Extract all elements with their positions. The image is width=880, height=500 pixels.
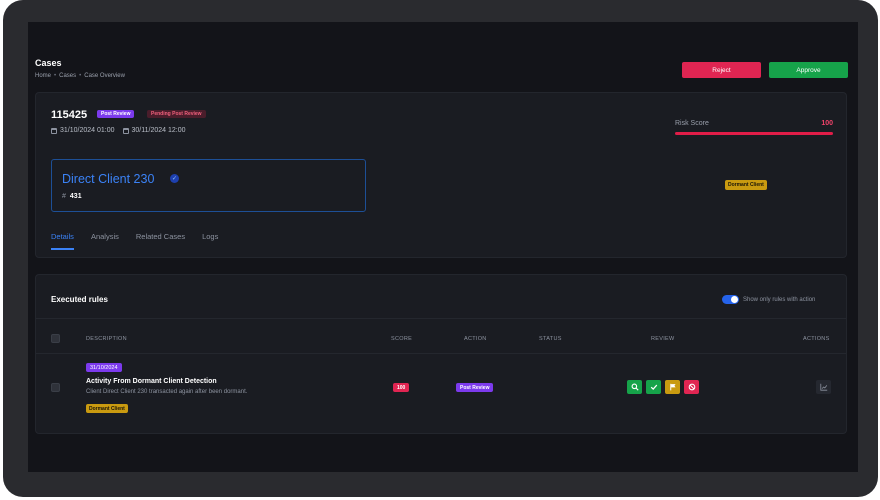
client-box[interactable]: Direct Client 230 ✓ # 431	[51, 159, 366, 212]
client-name[interactable]: Direct Client 230	[62, 172, 154, 186]
review-approve-button[interactable]	[646, 380, 661, 394]
breadcrumb: Home • Cases • Case Overview	[35, 73, 125, 79]
breadcrumb-separator: •	[79, 73, 82, 79]
review-search-button[interactable]	[627, 380, 642, 394]
rule-title: Activity From Dormant Client Detection	[86, 378, 217, 385]
case-overview-card: 115425 Post Review Pending Post Review 3…	[35, 92, 847, 258]
start-date: 31/10/2024 01:00	[51, 127, 115, 134]
hash-icon: #	[62, 193, 66, 200]
breadcrumb-cases[interactable]: Cases	[59, 73, 76, 79]
review-flag-button[interactable]	[665, 380, 680, 394]
end-date: 30/11/2024 12:00	[122, 127, 186, 134]
search-icon	[631, 383, 639, 391]
client-type-badge: Dormant Client	[725, 180, 767, 190]
pending-badge: Pending Post Review	[147, 110, 206, 118]
client-number-value: 431	[69, 193, 82, 200]
start-date-value: 31/10/2024 01:00	[60, 127, 115, 134]
flag-icon	[669, 383, 676, 391]
rule-description: Client Direct Client 230 transacted agai…	[86, 389, 248, 395]
divider	[36, 318, 846, 319]
risk-score-bar-fill	[675, 132, 833, 135]
select-all-checkbox[interactable]	[51, 334, 60, 343]
client-number: # 431	[62, 193, 82, 200]
check-icon	[650, 384, 657, 390]
column-status: STATUS	[539, 336, 562, 342]
action-badge: Post Review	[456, 383, 494, 392]
review-buttons	[627, 380, 699, 394]
breadcrumb-home[interactable]: Home	[35, 73, 51, 79]
tab-logs[interactable]: Logs	[202, 232, 218, 250]
column-action: ACTION	[464, 336, 487, 342]
risk-score: Risk Score 100	[675, 120, 833, 135]
risk-score-bar	[675, 132, 833, 135]
review-reject-button[interactable]	[684, 380, 699, 394]
approve-button[interactable]: Approve	[769, 62, 848, 78]
page-header: Cases Home • Cases • Case Overview	[35, 58, 125, 79]
score-badge: 100	[393, 383, 410, 392]
column-actions: ACTIONS	[803, 336, 830, 342]
tab-analysis[interactable]: Analysis	[91, 232, 119, 250]
column-description: DESCRIPTION	[86, 336, 127, 342]
executed-rules-card: Executed rules Show only rules with acti…	[35, 274, 847, 434]
toggle-switch[interactable]	[722, 295, 739, 304]
breadcrumb-separator: •	[54, 73, 57, 79]
breadcrumb-case-overview: Case Overview	[84, 73, 125, 79]
verified-icon: ✓	[170, 174, 179, 183]
status-badge: Post Review	[97, 110, 135, 118]
tab-details[interactable]: Details	[51, 232, 74, 250]
rule-tag-badge: Dormant Client	[86, 404, 128, 413]
chart-icon	[819, 383, 827, 391]
toggle-label: Show only rules with action	[743, 296, 816, 303]
page-title: Cases	[35, 58, 62, 68]
device-bezel: Cases Home • Cases • Case Overview Rejec…	[3, 0, 878, 497]
row-actions-button[interactable]	[816, 380, 831, 394]
column-review: REVIEW	[651, 336, 675, 342]
end-date-value: 30/11/2024 12:00	[131, 127, 186, 134]
divider	[36, 353, 846, 354]
rule-date-badge: 31/10/2024	[86, 363, 122, 372]
case-dates: 31/10/2024 01:00 30/11/2024 12:00	[51, 127, 185, 134]
case-tabs: Details Analysis Related Cases Logs	[51, 232, 218, 250]
tab-related-cases[interactable]: Related Cases	[136, 232, 185, 250]
reject-button[interactable]: Reject	[682, 62, 761, 78]
case-id: 115425	[51, 109, 88, 121]
risk-score-value: 100	[821, 120, 833, 127]
column-score: SCORE	[391, 336, 413, 342]
risk-score-label: Risk Score	[675, 120, 709, 127]
row-checkbox[interactable]	[51, 383, 60, 392]
rules-title: Executed rules	[51, 295, 108, 304]
calendar-icon	[122, 127, 129, 134]
rules-filter-toggle[interactable]: Show only rules with action	[722, 295, 815, 304]
app-screen: Cases Home • Cases • Case Overview Rejec…	[28, 22, 858, 472]
block-icon	[688, 383, 695, 391]
calendar-icon	[51, 127, 57, 134]
